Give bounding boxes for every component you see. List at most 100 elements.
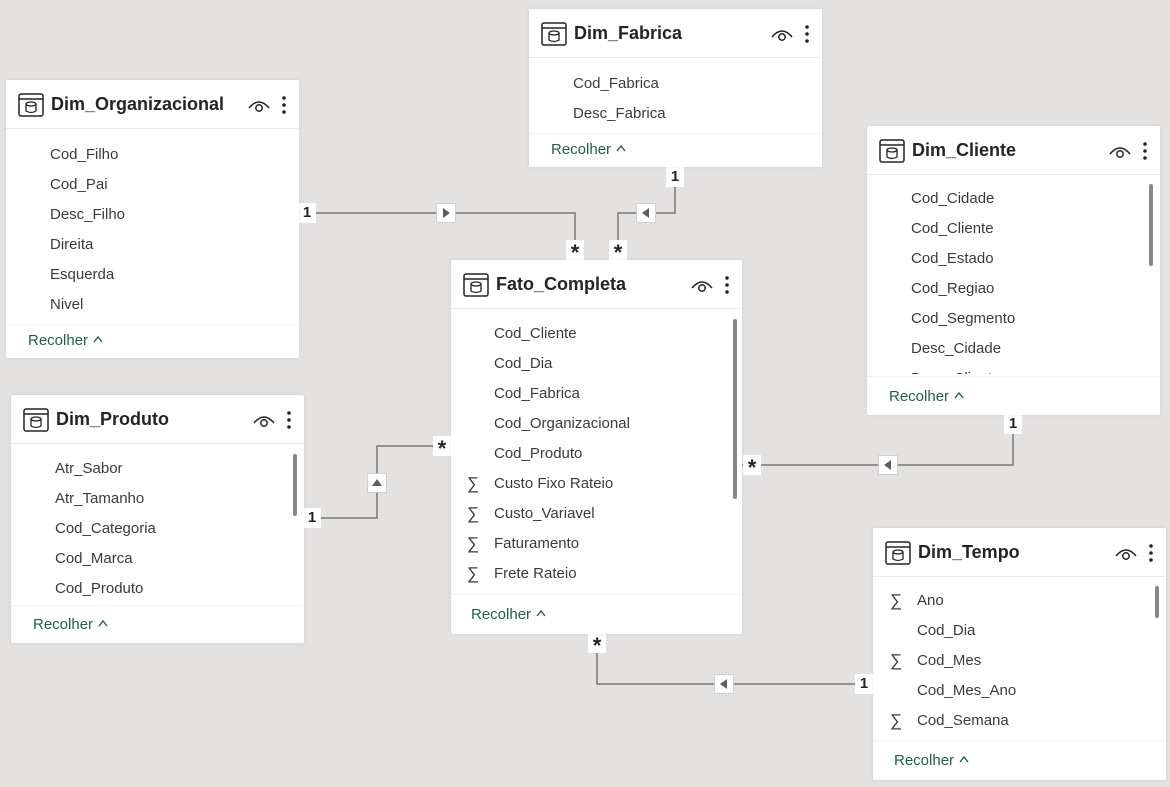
field-row[interactable]: Cod_Pai [50, 170, 108, 200]
field-row[interactable]: ∑ Custo Fixo Rateio [467, 469, 613, 499]
table-title: Dim_Cliente [912, 140, 1017, 160]
field-row[interactable]: Desc_Cliente [911, 364, 1000, 374]
more-options-icon[interactable] [803, 24, 811, 44]
eye-icon[interactable] [253, 413, 275, 429]
table-title: Dim_Organizacional [51, 94, 225, 114]
eye-icon[interactable] [248, 98, 270, 114]
model-canvas[interactable]: 1 * 1 * 1 * 1 * 1 * Dim_Fabrica Cod_Fabr… [0, 0, 1170, 787]
table-icon [879, 139, 905, 163]
field-name: Ano [917, 592, 944, 609]
filter-direction-organizacional[interactable] [436, 203, 456, 223]
field-row[interactable]: Cod_Cidade [911, 184, 994, 214]
table-footer: Recolher [451, 594, 742, 635]
eye-icon[interactable] [1115, 546, 1137, 562]
field-row[interactable]: Atr_Tamanho [55, 484, 144, 514]
field-row[interactable]: Cod_Categoria [55, 514, 156, 544]
more-options-icon[interactable] [1147, 543, 1155, 563]
table-header[interactable]: Dim_Cliente [867, 126, 1160, 175]
collapse-button[interactable]: Recolher [551, 141, 626, 158]
field-row[interactable]: Desc_Filho [50, 200, 125, 230]
field-row[interactable]: Cod_Produto [494, 439, 582, 469]
scrollbar[interactable] [1149, 184, 1153, 266]
table-title: Fato_Completa [496, 274, 627, 294]
field-row[interactable]: ∑ Ano [890, 586, 944, 616]
field-name: Atr_Tamanho [55, 490, 145, 507]
field-name: Cod_Dia [917, 622, 976, 639]
field-row[interactable]: ∑ Frete Rateio [467, 559, 577, 589]
table-footer: Recolher [11, 605, 304, 644]
field-row[interactable]: ∑ Cod_Semana [890, 706, 1009, 736]
field-row[interactable]: Cod_Marca [55, 544, 133, 574]
table-card-dim-organizacional[interactable]: Dim_Organizacional Cod_Filho Cod_Pai Desc_… [6, 80, 299, 358]
scrollbar[interactable] [1155, 586, 1159, 618]
field-row[interactable]: Desc_Cidade [911, 334, 1001, 364]
more-options-icon[interactable] [285, 410, 293, 430]
eye-icon[interactable] [1109, 144, 1131, 160]
field-row[interactable]: Esquerda [50, 260, 114, 290]
more-options-icon[interactable] [280, 95, 288, 115]
relationship-line-tempo [596, 634, 873, 685]
filter-direction-fabrica[interactable] [636, 203, 656, 223]
field-row[interactable]: ∑ Custo_Variavel [467, 499, 595, 529]
filter-direction-produto[interactable] [367, 473, 387, 493]
collapse-button[interactable]: Recolher [33, 616, 108, 633]
field-row[interactable]: Cod_Organizacional [494, 409, 630, 439]
table-header[interactable]: Fato_Completa [451, 260, 742, 309]
table-header[interactable]: Dim_Produto [11, 395, 304, 444]
table-card-dim-tempo[interactable]: Dim_Tempo ∑ Ano Cod_Dia ∑ Cod_Mes Cod_Mes_Ano… [873, 528, 1166, 780]
field-name: Cod_Filho [50, 146, 119, 163]
field-row[interactable]: Cod_Dia [917, 616, 975, 646]
collapse-button[interactable]: Recolher [471, 606, 546, 623]
field-row[interactable]: Cod_Filho [50, 140, 118, 170]
collapse-button[interactable]: Recolher [894, 752, 969, 769]
collapse-button[interactable]: Recolher [889, 388, 964, 405]
cardinality-one-cliente: 1 [1004, 414, 1022, 434]
table-title: Dim_Tempo [918, 542, 1020, 562]
table-card-dim-cliente[interactable]: Dim_Cliente Cod_Cidade Cod_Cliente Cod_Est… [867, 126, 1160, 415]
field-row[interactable]: Nivel [50, 290, 83, 320]
sigma-icon: ∑ [467, 534, 480, 553]
field-row[interactable]: Cod_Regiao [911, 274, 994, 304]
table-card-dim-fabrica[interactable]: Dim_Fabrica Cod_Fabrica Desc_Fabrica Reco… [529, 9, 822, 167]
sigma-icon: ∑ [890, 591, 903, 610]
table-footer: Recolher [6, 324, 299, 359]
triangle-left-icon [720, 679, 727, 689]
filter-direction-cliente[interactable] [878, 455, 898, 475]
table-card-dim-produto[interactable]: Dim_Produto Atr_Sabor Atr_Tamanho Cod_Cate… [11, 395, 304, 643]
eye-icon[interactable] [691, 278, 713, 294]
field-row[interactable]: Atr_Sabor [55, 454, 123, 484]
field-name: Custo_Variavel [494, 505, 595, 522]
field-name: Esquerda [50, 266, 115, 283]
field-row[interactable]: ∑ Faturamento [467, 529, 579, 559]
field-row[interactable]: Cod_Estado [911, 244, 994, 274]
field-row[interactable]: Desc_Fabrica [573, 99, 666, 129]
collapse-button[interactable]: Recolher [28, 332, 103, 349]
field-row[interactable]: Cod_Cliente [494, 319, 577, 349]
table-icon [885, 541, 911, 565]
table-icon [463, 273, 489, 297]
cardinality-many-produto: * [433, 436, 451, 461]
field-row[interactable]: Cod_Produto [55, 574, 143, 604]
eye-icon[interactable] [771, 27, 793, 43]
field-row[interactable]: Direita [50, 230, 93, 260]
more-options-icon[interactable] [723, 275, 731, 295]
table-header[interactable]: Dim_Tempo [873, 528, 1166, 577]
filter-direction-tempo[interactable] [714, 674, 734, 694]
collapse-label: Recolher [471, 606, 532, 623]
field-row[interactable]: Cod_Fabrica [573, 69, 659, 99]
table-header[interactable]: Dim_Organizacional [6, 80, 299, 129]
field-row[interactable]: ∑ Cod_Mes [890, 646, 981, 676]
field-row[interactable]: Cod_Segmento [911, 304, 1015, 334]
field-name: Cod_Cidade [911, 190, 995, 207]
scrollbar[interactable] [293, 454, 297, 516]
field-row[interactable]: Cod_Dia [494, 349, 552, 379]
field-row[interactable]: Cod_Mes_Ano [917, 676, 1016, 706]
field-row[interactable]: Cod_Cliente [911, 214, 994, 244]
more-options-icon[interactable] [1141, 141, 1149, 161]
table-header[interactable]: Dim_Fabrica [529, 9, 822, 58]
field-name: Cod_Semana [917, 712, 1009, 729]
field-row[interactable]: Cod_Fabrica [494, 379, 580, 409]
field-list: Cod_Fabrica Desc_Fabrica [529, 69, 822, 129]
table-card-fato-completa[interactable]: Fato_Completa Cod_Cliente Cod_Dia Cod_Fabr… [451, 260, 742, 634]
scrollbar[interactable] [733, 319, 737, 499]
